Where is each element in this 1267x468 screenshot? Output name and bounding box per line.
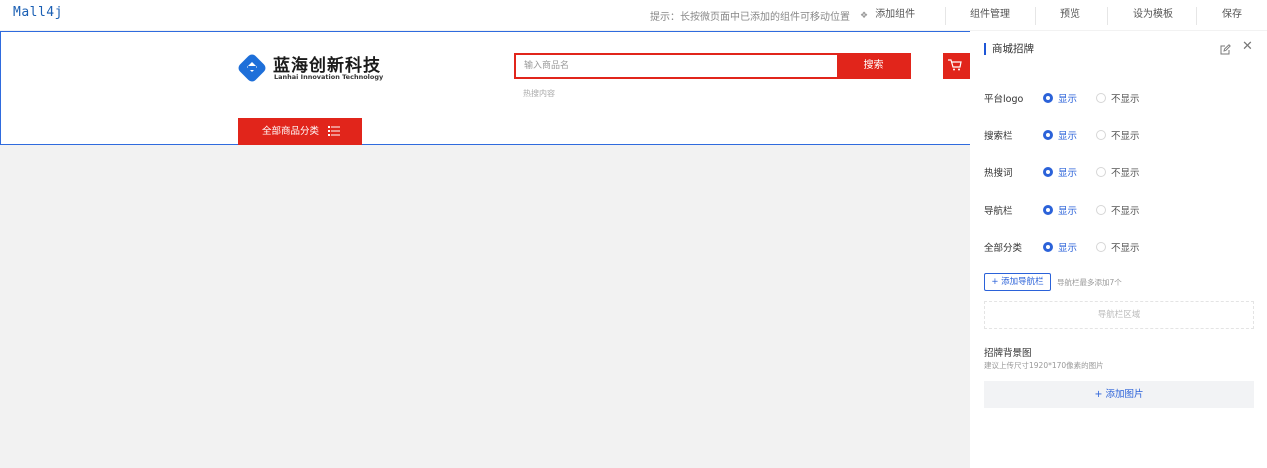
radio-label: 显示 — [1058, 131, 1078, 142]
components-icon: ❖ — [860, 11, 869, 21]
all-categories-label: 全部商品分类 — [262, 126, 320, 137]
bg-image-tip: 建议上传尺寸1920*170像素的图片 — [984, 361, 1104, 370]
search-bar: 搜索 — [514, 53, 911, 79]
toolbar-divider — [945, 7, 946, 25]
radio-label: 显示 — [1058, 243, 1078, 254]
setting-row-nav-bar: 导航栏 显示 不显示 — [984, 201, 1244, 217]
nav-area-placeholder: 导航栏区域 — [984, 301, 1254, 329]
radio-show[interactable]: 显示 — [1043, 240, 1077, 254]
search-input[interactable] — [524, 58, 824, 74]
radio-hide[interactable]: 不显示 — [1096, 240, 1140, 254]
radio-show[interactable]: 显示 — [1043, 165, 1077, 179]
radio-label: 显示 — [1058, 206, 1078, 217]
close-icon[interactable]: ✕ — [1242, 40, 1253, 54]
platform-logo: 蓝海创新科技 Lanhai Innovation Technology — [237, 51, 383, 91]
cart-button[interactable] — [943, 53, 971, 79]
edit-icon[interactable] — [1220, 44, 1231, 55]
add-component-button[interactable]: ❖ 添加组件 — [860, 0, 915, 30]
radio-unchecked-icon — [1096, 130, 1106, 140]
add-nav-button[interactable]: + 添加导航栏 — [984, 273, 1051, 291]
radio-checked-icon — [1043, 205, 1053, 215]
shop-sign-preview[interactable]: 蓝海创新科技 Lanhai Innovation Technology 搜索 热… — [0, 31, 971, 145]
setting-label: 搜索栏 — [984, 131, 1013, 142]
top-toolbar: Mall4j 提示：长按微页面中已添加的组件可移动位置 ❖ 添加组件 组件管理 … — [0, 0, 1267, 30]
search-button[interactable]: 搜索 — [837, 53, 910, 79]
add-image-button[interactable]: + 添加图片 — [984, 381, 1254, 408]
radio-hide[interactable]: 不显示 — [1096, 91, 1140, 105]
setting-label: 全部分类 — [984, 243, 1023, 254]
radio-label: 不显示 — [1111, 206, 1140, 217]
all-categories-button[interactable]: 全部商品分类 — [238, 118, 362, 145]
radio-show[interactable]: 显示 — [1043, 91, 1077, 105]
radio-hide[interactable]: 不显示 — [1096, 128, 1140, 142]
radio-label: 不显示 — [1111, 131, 1140, 142]
add-component-label: 添加组件 — [875, 9, 916, 20]
setting-label: 导航栏 — [984, 206, 1013, 217]
setting-label: 平台logo — [984, 94, 1024, 105]
radio-show[interactable]: 显示 — [1043, 203, 1077, 217]
setting-row-all-categories: 全部分类 显示 不显示 — [984, 238, 1244, 254]
panel-title: 商城招牌 — [984, 43, 1034, 55]
radio-label: 不显示 — [1111, 94, 1140, 105]
setting-row-search-bar: 搜索栏 显示 不显示 — [984, 126, 1244, 142]
radio-label: 不显示 — [1111, 168, 1140, 179]
radio-hide[interactable]: 不显示 — [1096, 203, 1140, 217]
setting-label: 热搜词 — [984, 168, 1013, 179]
hot-search-words[interactable]: 热搜内容 — [523, 88, 555, 99]
app-brand: Mall4j — [13, 5, 63, 20]
radio-label: 显示 — [1058, 168, 1078, 179]
radio-checked-icon — [1043, 93, 1053, 103]
toolbar-divider — [1107, 7, 1108, 25]
radio-label: 显示 — [1058, 94, 1078, 105]
logo-name-en: Lanhai Innovation Technology — [274, 73, 384, 81]
settings-panel: 商城招牌 ✕ 平台logo 显示 不显示 搜索栏 显示 不显示 热搜词 显示 不… — [970, 31, 1267, 468]
radio-checked-icon — [1043, 167, 1053, 177]
cart-icon — [948, 59, 962, 71]
nav-limit-tip: 导航栏最多添加7个 — [1057, 278, 1122, 287]
hint-text: 提示：长按微页面中已添加的组件可移动位置 — [650, 12, 850, 23]
setting-row-platform-logo: 平台logo 显示 不显示 — [984, 89, 1244, 105]
component-manage-button[interactable]: 组件管理 — [970, 0, 1010, 30]
logo-mark-icon — [238, 54, 266, 82]
setting-row-hot-words: 热搜词 显示 不显示 — [984, 163, 1244, 179]
set-template-button[interactable]: 设为模板 — [1133, 0, 1173, 30]
radio-unchecked-icon — [1096, 93, 1106, 103]
radio-unchecked-icon — [1096, 242, 1106, 252]
radio-checked-icon — [1043, 130, 1053, 140]
toolbar-divider — [1035, 7, 1036, 25]
radio-show[interactable]: 显示 — [1043, 128, 1077, 142]
radio-hide[interactable]: 不显示 — [1096, 165, 1140, 179]
radio-checked-icon — [1043, 242, 1053, 252]
preview-button[interactable]: 预览 — [1060, 0, 1080, 30]
radio-unchecked-icon — [1096, 167, 1106, 177]
bg-image-title: 招牌背景图 — [984, 348, 1032, 359]
radio-unchecked-icon — [1096, 205, 1106, 215]
toolbar-divider — [1196, 7, 1197, 25]
list-icon — [328, 126, 340, 136]
save-button[interactable]: 保存 — [1222, 0, 1242, 30]
radio-label: 不显示 — [1111, 243, 1140, 254]
